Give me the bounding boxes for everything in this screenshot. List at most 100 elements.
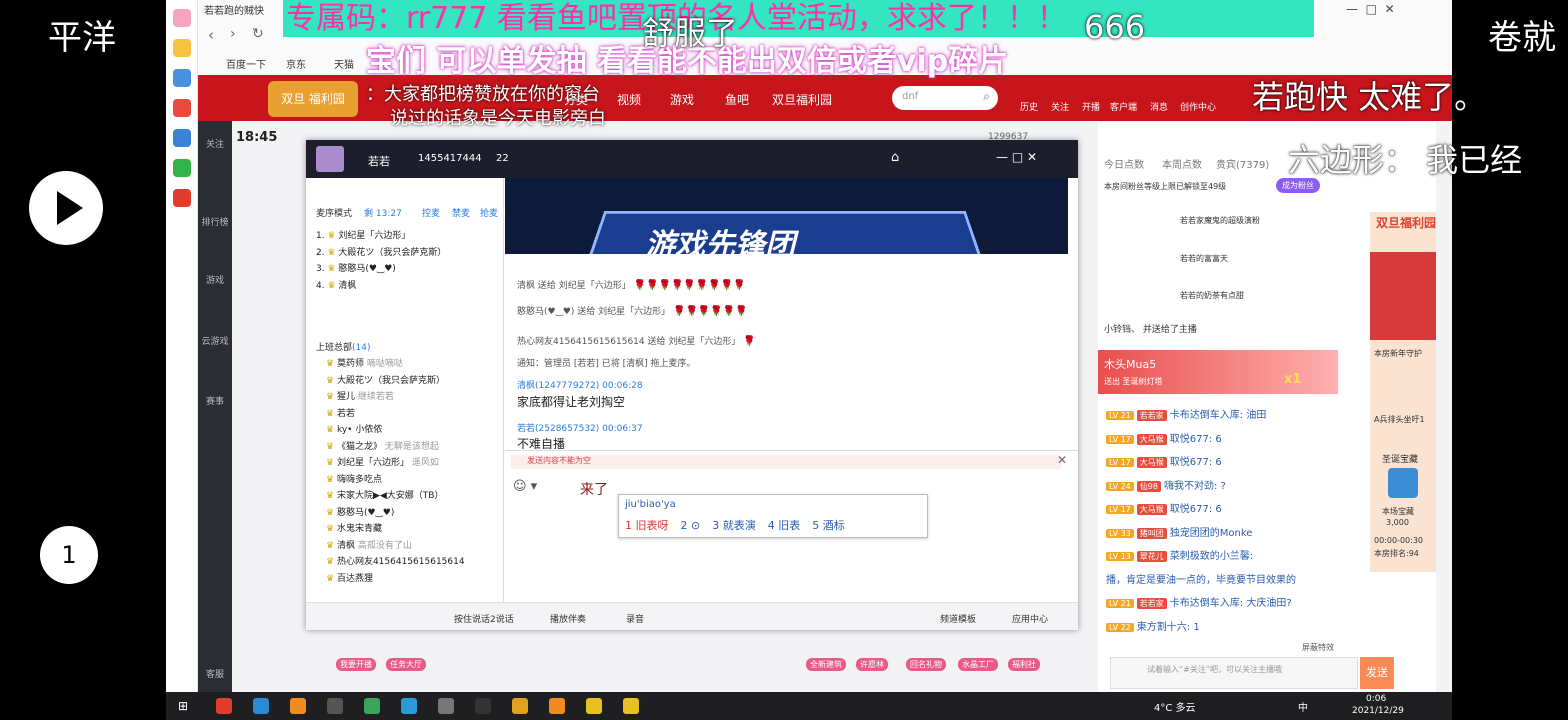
- taskbar-app-icon[interactable]: [364, 698, 380, 714]
- nav-message[interactable]: 消息: [1150, 100, 1168, 113]
- activity-button[interactable]: 我要开播: [336, 658, 376, 671]
- member-item[interactable]: ♛ 《猫之龙》 无聊是该想起: [326, 439, 502, 456]
- chat-user-2[interactable]: 若若(2528657532) 00:06:37: [517, 421, 643, 434]
- ime-candidate[interactable]: 2 ⊙: [681, 519, 701, 532]
- rank-tab-vip[interactable]: 贵宾(7379): [1216, 156, 1269, 171]
- sidebar-item-cloudgame[interactable]: 云游戏: [198, 334, 232, 347]
- taskbar-app-icon[interactable]: [586, 698, 602, 714]
- queue-item[interactable]: 4. ♛ 清枫: [316, 278, 502, 295]
- windows-start-icon[interactable]: ⊞: [178, 699, 188, 713]
- tools-icon[interactable]: [172, 129, 191, 147]
- bookmark-tmall[interactable]: 天猫: [334, 56, 354, 71]
- nav-game[interactable]: 游戏: [670, 91, 694, 108]
- member-item[interactable]: ♛ 大殿花ツ（我只会萨克斯）: [326, 373, 502, 390]
- taskbar-app-icon[interactable]: [401, 698, 417, 714]
- group-header[interactable]: 上班总部(14): [316, 340, 371, 353]
- nav-creator[interactable]: 创作中心: [1180, 100, 1216, 113]
- queue-grab[interactable]: 抢麦: [480, 206, 498, 219]
- weibo-icon[interactable]: [172, 189, 191, 207]
- window-controls[interactable]: — □ ✕: [1346, 2, 1395, 16]
- chat-input[interactable]: 试着输入“#关注”吧，可以关注主播哦: [1110, 657, 1358, 689]
- taskbar-app-icon[interactable]: [327, 698, 343, 714]
- taskbar-app-icon[interactable]: [216, 698, 232, 714]
- taskbar-app-icon[interactable]: [475, 698, 491, 714]
- member-item[interactable]: ♛ ky• 小侬侬: [326, 422, 502, 439]
- refresh-icon[interactable]: ↻: [252, 26, 264, 42]
- ime-candidate[interactable]: 5 酒标: [812, 519, 845, 532]
- sidebar-item-game[interactable]: 游戏: [198, 273, 232, 286]
- activity-button[interactable]: 许愿林: [856, 658, 888, 671]
- nav-welfare[interactable]: 双旦福利园: [772, 91, 832, 108]
- window-buttons[interactable]: — □ ✕: [996, 150, 1037, 164]
- sidebar-item-follow[interactable]: 关注: [198, 137, 232, 150]
- taskbar-app-icon[interactable]: [438, 698, 454, 714]
- member-item[interactable]: ♛ 若若: [326, 406, 502, 423]
- ime-candidate[interactable]: 3 就表演: [712, 519, 756, 532]
- ime-candidate[interactable]: 1 旧表呀: [625, 519, 669, 532]
- app-icon[interactable]: [172, 9, 191, 27]
- owner-avatar[interactable]: [316, 146, 344, 172]
- star-icon[interactable]: [172, 39, 191, 57]
- treasure-icon[interactable]: [1388, 468, 1418, 498]
- channel-template[interactable]: 频道模板: [940, 612, 976, 625]
- taskbar-app-icon[interactable]: [512, 698, 528, 714]
- member-item[interactable]: ♛ 宋家大院▶◀大安娜（TB）: [326, 488, 502, 505]
- member-item[interactable]: ♛ 清枫 高孤没有了山: [326, 538, 502, 555]
- push-to-talk[interactable]: 按住说话2说话: [454, 612, 514, 625]
- ime-indicator[interactable]: 中: [1298, 699, 1308, 714]
- taskbar-app-icon[interactable]: [549, 698, 565, 714]
- play-button[interactable]: [29, 171, 103, 245]
- rank-tab-week[interactable]: 本周点数: [1162, 156, 1202, 171]
- activity-button[interactable]: 福利社: [1008, 658, 1040, 671]
- member-item[interactable]: ♛ 莫药师 嘀哒嘀哒: [326, 356, 502, 373]
- nav-video[interactable]: 视频: [617, 91, 641, 108]
- chat-user-1[interactable]: 清枫(1247779272) 00:06:28: [517, 378, 643, 391]
- nav-history[interactable]: 历史: [1020, 100, 1038, 113]
- member-item[interactable]: ♛ 热心网友4156415615615614: [326, 554, 502, 571]
- sidebar-item-rank[interactable]: 排行榜: [198, 215, 232, 228]
- member-item[interactable]: ♛ 水鬼宋青藏: [326, 521, 502, 538]
- activity-button[interactable]: 全新建筑: [806, 658, 846, 671]
- record-button[interactable]: 录音: [626, 612, 644, 625]
- search-icon[interactable]: ⌕: [983, 89, 990, 104]
- rank-tab-today[interactable]: 今日点数: [1104, 156, 1144, 171]
- queue-item[interactable]: 3. ♛ 憨憨马(♥‿♥): [316, 261, 502, 278]
- taskbar-app-icon[interactable]: [290, 698, 306, 714]
- sidebar-item-service[interactable]: 客服: [198, 667, 232, 680]
- taskbar-app-icon[interactable]: [253, 698, 269, 714]
- pdf-icon[interactable]: [172, 99, 191, 117]
- queue-item[interactable]: 2. ♛ 大殿花ツ（我只会萨克斯）: [316, 245, 502, 262]
- queue-control[interactable]: 控麦: [422, 206, 440, 219]
- taskbar-app-icon[interactable]: [623, 698, 639, 714]
- shield-effects-toggle[interactable]: 屏蔽特效: [1302, 642, 1334, 653]
- clock-icon[interactable]: [172, 69, 191, 87]
- member-item[interactable]: ♛ 憨憨马(♥‿♥): [326, 505, 502, 522]
- queue-ban[interactable]: 禁麦: [452, 206, 470, 219]
- close-warning-icon[interactable]: ✕: [1057, 453, 1067, 467]
- nav-follow[interactable]: 关注: [1051, 100, 1069, 113]
- nav-fishbar[interactable]: 鱼吧: [725, 91, 749, 108]
- bookmark-baidu[interactable]: 百度一下: [226, 56, 266, 71]
- back-icon[interactable]: ‹: [208, 26, 214, 44]
- forward-icon[interactable]: ›: [230, 26, 236, 42]
- bookmark-jd[interactable]: 京东: [286, 56, 306, 71]
- sidebar-item-match[interactable]: 赛事: [198, 394, 232, 407]
- nav-client[interactable]: 客户端: [1110, 100, 1137, 113]
- emoji-icon[interactable]: ☺ ▾: [513, 479, 537, 494]
- ime-candidate[interactable]: 4 旧表: [768, 519, 801, 532]
- activity-button[interactable]: 任务大厅: [386, 658, 426, 671]
- site-search-input[interactable]: dnf ⌕: [892, 86, 998, 110]
- message-input[interactable]: 来了: [580, 479, 608, 499]
- send-button[interactable]: 发送: [1360, 657, 1394, 689]
- promo-character[interactable]: [1370, 252, 1436, 340]
- member-item[interactable]: ♛ 嗨嗨多吃点: [326, 472, 502, 489]
- queue-item[interactable]: 1. ♛ 刘纪星「六边形」: [316, 228, 502, 245]
- member-item[interactable]: ♛ 猩儿 继续若若: [326, 389, 502, 406]
- nav-broadcast[interactable]: 开播: [1082, 100, 1100, 113]
- activity-button[interactable]: 水晶工厂: [958, 658, 998, 671]
- member-item[interactable]: ♛ 百达燕狸: [326, 571, 502, 588]
- site-logo[interactable]: 双旦 福利园: [268, 81, 358, 117]
- apps-icon[interactable]: [172, 159, 191, 177]
- play-accompaniment[interactable]: 播放伴奏: [550, 612, 586, 625]
- app-center[interactable]: 应用中心: [1012, 612, 1048, 625]
